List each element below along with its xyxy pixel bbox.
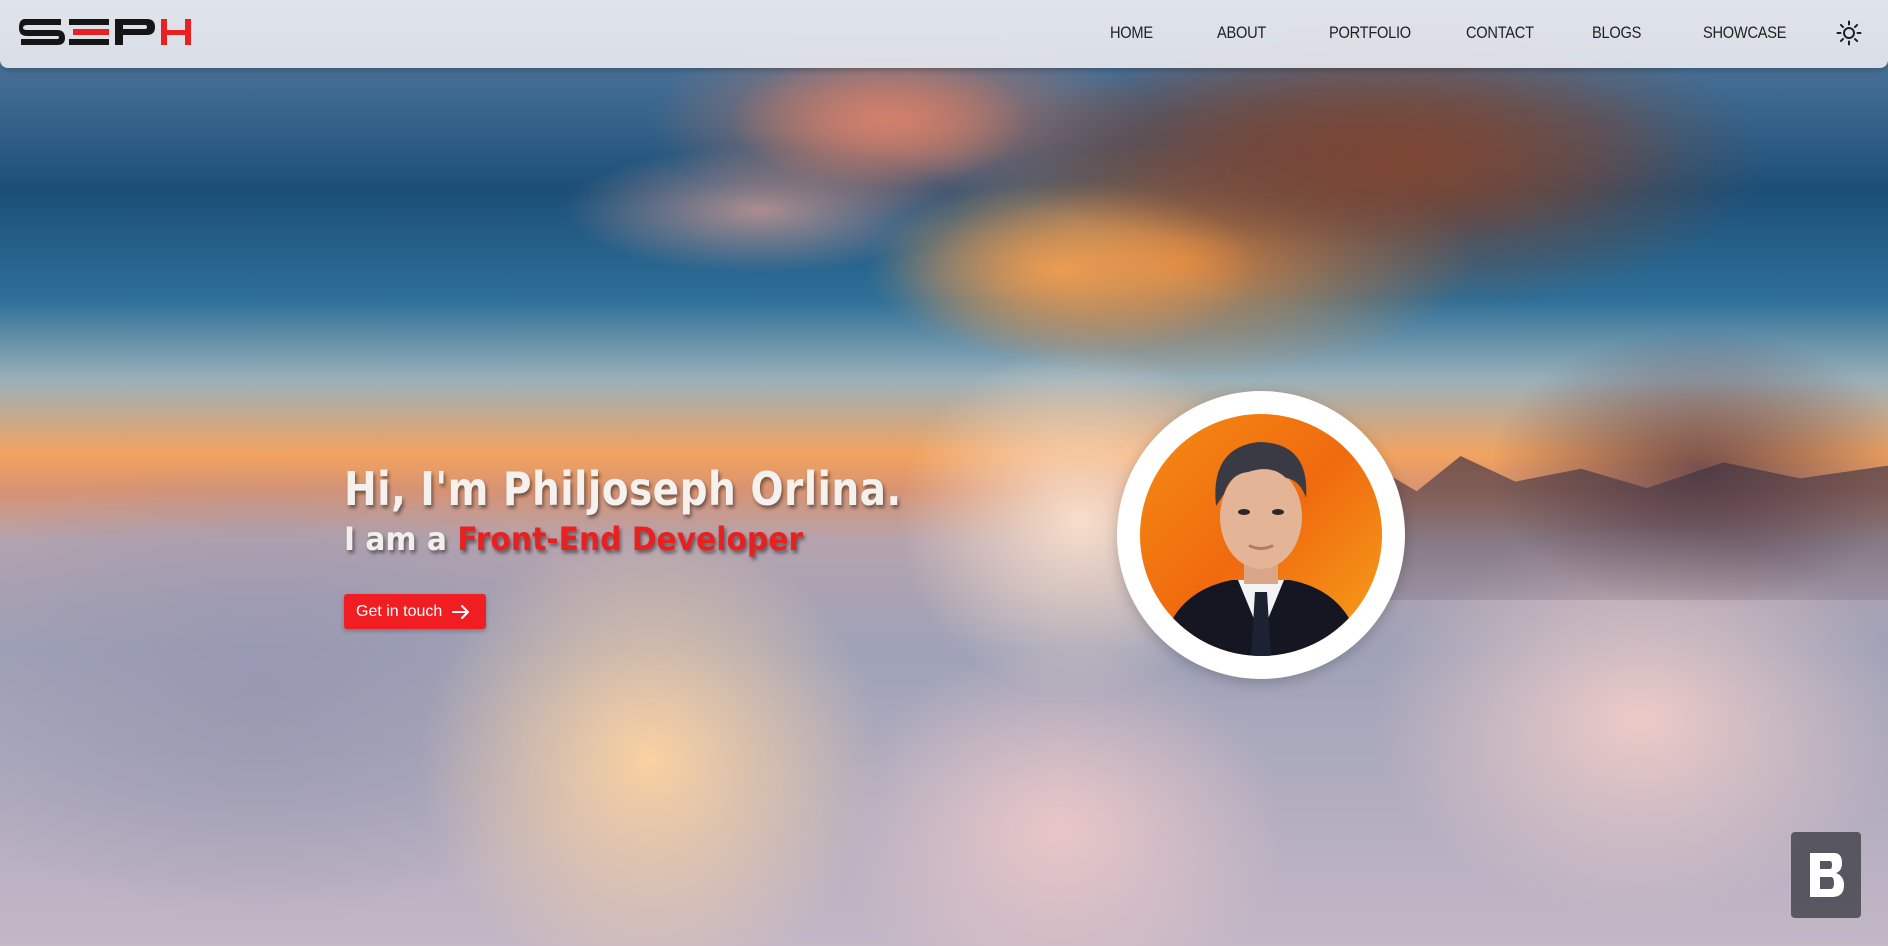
profile-photo [1140,414,1382,656]
seph-logo-icon [19,19,191,45]
hero-title: Hi, I'm Philjoseph Orlina. [344,462,902,516]
nav-showcase[interactable]: SHOWCASE [1703,23,1786,43]
person-portrait-icon [1140,414,1382,656]
hero-role: Front-End Developer [457,520,804,558]
hero-section: Hi, I'm Philjoseph Orlina. I am a Front-… [344,462,1000,629]
site-logo[interactable] [19,17,193,47]
sun-icon [1836,20,1862,46]
floating-badge-button[interactable] [1791,832,1861,918]
hero-subtitle-prefix: I am a [344,520,458,558]
get-in-touch-button[interactable]: Get in touch [344,594,486,629]
nav-contact[interactable]: CONTACT [1466,23,1534,43]
hero-subtitle: I am a Front-End Developer [344,520,954,558]
nav-home[interactable]: HOME [1110,23,1153,43]
nav-blogs[interactable]: BLOGS [1592,23,1641,43]
profile-avatar [1117,391,1405,679]
nav-portfolio[interactable]: PORTFOLIO [1329,23,1411,43]
nav-about[interactable]: ABOUT [1217,23,1266,43]
get-in-touch-label: Get in touch [356,602,443,620]
theme-toggle-button[interactable] [1836,20,1862,46]
b-logo-icon [1810,853,1844,897]
arrow-right-icon [452,604,470,619]
top-navbar: HOME ABOUT PORTFOLIO CONTACT BLOGS SHOWC… [0,0,1888,68]
